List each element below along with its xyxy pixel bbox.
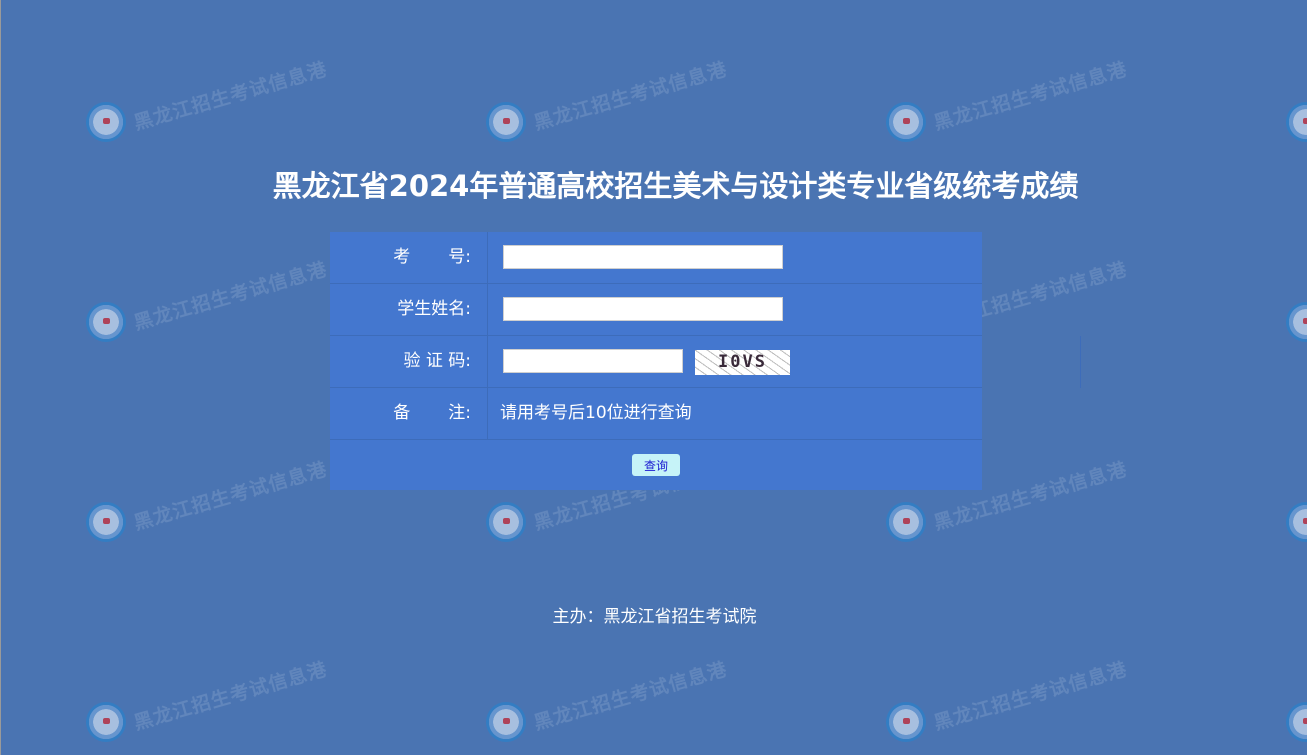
captcha-label: 验 证 码:	[330, 336, 488, 387]
exam-number-label-part1: 考	[393, 247, 411, 267]
watermark: 黑龙江招生考试信息港	[1286, 502, 1307, 542]
watermark: 黑龙江招生考试信息港	[86, 58, 334, 142]
exam-logo-icon	[1286, 302, 1307, 342]
captcha-input[interactable]	[503, 349, 683, 373]
exam-logo-icon	[486, 502, 526, 542]
student-name-row: 学生姓名:	[330, 284, 982, 336]
exam-logo-icon	[886, 502, 926, 542]
exam-logo-icon	[86, 702, 126, 742]
exam-number-input[interactable]	[503, 245, 783, 269]
watermark-text: 黑龙江招生考试信息港	[131, 657, 330, 735]
watermark: 黑龙江招生考试信息港	[486, 658, 734, 742]
watermark: 黑龙江招生考试信息港	[86, 258, 334, 342]
query-button[interactable]: 查询	[632, 454, 680, 476]
watermark-text: 黑龙江招生考试信息港	[131, 257, 330, 335]
watermark: 黑龙江招生考试信息港	[886, 58, 1134, 142]
watermark-text: 黑龙江招生考试信息港	[131, 457, 330, 535]
watermark: 黑龙江招生考试信息港	[486, 58, 734, 142]
exam-logo-icon	[486, 102, 526, 142]
page-title: 黑龙江省2024年普通高校招生美术与设计类专业省级统考成绩	[272, 169, 1079, 203]
exam-number-label: 考 号:	[330, 232, 488, 283]
exam-logo-icon	[1286, 702, 1307, 742]
note-label-part2: 注:	[448, 403, 471, 423]
exam-number-row: 考 号:	[330, 232, 982, 284]
exam-logo-icon	[86, 102, 126, 142]
exam-number-label-part2: 号:	[448, 247, 471, 267]
exam-logo-icon	[886, 102, 926, 142]
student-name-input[interactable]	[503, 297, 783, 321]
captcha-image[interactable]: I0VS	[695, 350, 790, 375]
captcha-row: 验 证 码:	[330, 336, 982, 388]
score-query-form: 考 号: 学生姓名: 验 证 码: I0VS 备 注: 请用考号后10位进行查询 查…	[330, 232, 1081, 490]
exam-logo-icon	[1286, 502, 1307, 542]
watermark: 黑龙江招生考试信息港	[1286, 102, 1307, 142]
exam-logo-icon	[486, 702, 526, 742]
watermark-text: 黑龙江招生考试信息港	[931, 57, 1130, 135]
student-name-label: 学生姓名:	[330, 284, 488, 335]
watermark: 黑龙江招生考试信息港	[886, 458, 1134, 542]
exam-logo-icon	[86, 302, 126, 342]
watermark: 黑龙江招生考试信息港	[1286, 302, 1307, 342]
watermark: 黑龙江招生考试信息港	[86, 658, 334, 742]
watermark-text: 黑龙江招生考试信息港	[531, 57, 730, 135]
note-label-part1: 备	[393, 403, 411, 423]
watermark: 黑龙江招生考试信息港	[886, 658, 1134, 742]
exam-logo-icon	[86, 502, 126, 542]
watermark: 黑龙江招生考试信息港	[486, 458, 734, 542]
watermark: 黑龙江招生考试信息港	[1286, 702, 1307, 742]
footer-organizer: 主办：黑龙江省招生考试院	[552, 607, 757, 627]
exam-logo-icon	[1286, 102, 1307, 142]
note-text: 请用考号后10位进行查询	[500, 403, 692, 423]
note-label: 备 注:	[330, 388, 488, 439]
watermark-text: 黑龙江招生考试信息港	[531, 657, 730, 735]
note-row: 备 注: 请用考号后10位进行查询	[330, 388, 982, 440]
watermark: 黑龙江招生考试信息港	[86, 458, 334, 542]
watermark-text: 黑龙江招生考试信息港	[931, 657, 1130, 735]
captcha-cell-divider	[1080, 336, 1081, 388]
exam-logo-icon	[886, 702, 926, 742]
watermark-text: 黑龙江招生考试信息港	[131, 57, 330, 135]
